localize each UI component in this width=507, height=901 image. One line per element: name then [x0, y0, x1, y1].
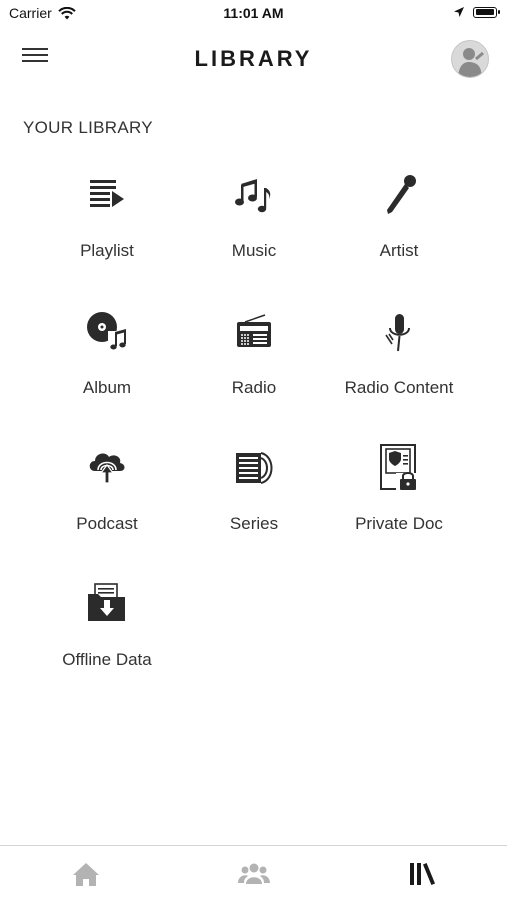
- status-bar: Carrier 11:01 AM: [0, 0, 507, 28]
- library-item-artist[interactable]: Artist: [326, 170, 472, 280]
- clock: 11:01 AM: [223, 5, 284, 21]
- podcast-cloud-icon: [89, 453, 125, 484]
- library-item-label: Series: [229, 514, 279, 533]
- library-item-radio-content[interactable]: Radio Content: [326, 307, 472, 417]
- library-item-music[interactable]: Music: [181, 170, 327, 280]
- library-item-label: Album: [82, 378, 132, 397]
- private-doc-icon: [380, 444, 420, 491]
- library-item-offline-data[interactable]: Offline Data: [34, 579, 180, 689]
- home-icon: [73, 863, 99, 886]
- library-item-private-doc[interactable]: Private Doc: [326, 443, 472, 553]
- microphone-icon: [387, 175, 416, 214]
- tab-library[interactable]: [402, 858, 442, 888]
- library-item-playlist[interactable]: Playlist: [34, 170, 180, 280]
- library-item-label: Artist: [379, 241, 419, 260]
- person-silhouette-icon: [458, 48, 484, 77]
- library-item-podcast[interactable]: Podcast: [34, 443, 180, 553]
- status-right-group: [453, 6, 500, 18]
- library-item-radio[interactable]: Radio: [181, 307, 327, 417]
- app-header: LIBRARY: [0, 36, 507, 84]
- series-icon: [236, 452, 273, 484]
- library-item-label: Music: [231, 241, 277, 260]
- radio-icon: [237, 314, 271, 347]
- album-disc-icon: [87, 312, 128, 351]
- library-item-label: Radio Content: [344, 378, 454, 397]
- library-item-album[interactable]: Album: [34, 307, 180, 417]
- tab-home[interactable]: [66, 858, 106, 888]
- page-title: LIBRARY: [194, 46, 313, 71]
- library-icon: [410, 863, 435, 885]
- library-item-series[interactable]: Series: [181, 443, 327, 553]
- library-item-label: Private Doc: [355, 514, 443, 533]
- music-notes-icon: [235, 179, 271, 213]
- playlist-icon: [90, 180, 124, 207]
- location-arrow-icon: [454, 7, 464, 17]
- battery-icon: [473, 6, 500, 18]
- section-label: YOUR LIBRARY: [23, 118, 153, 137]
- studio-mic-icon: [385, 314, 410, 352]
- group-icon: [238, 863, 270, 884]
- library-item-label: Radio: [231, 378, 277, 397]
- library-item-label: Podcast: [76, 514, 138, 533]
- library-item-label: Offline Data: [62, 650, 152, 669]
- offline-folder-icon: [88, 583, 125, 621]
- tab-community[interactable]: [234, 858, 274, 888]
- user-avatar[interactable]: [451, 40, 489, 78]
- library-item-label: Playlist: [80, 241, 134, 260]
- bottom-tab-bar: [0, 845, 507, 901]
